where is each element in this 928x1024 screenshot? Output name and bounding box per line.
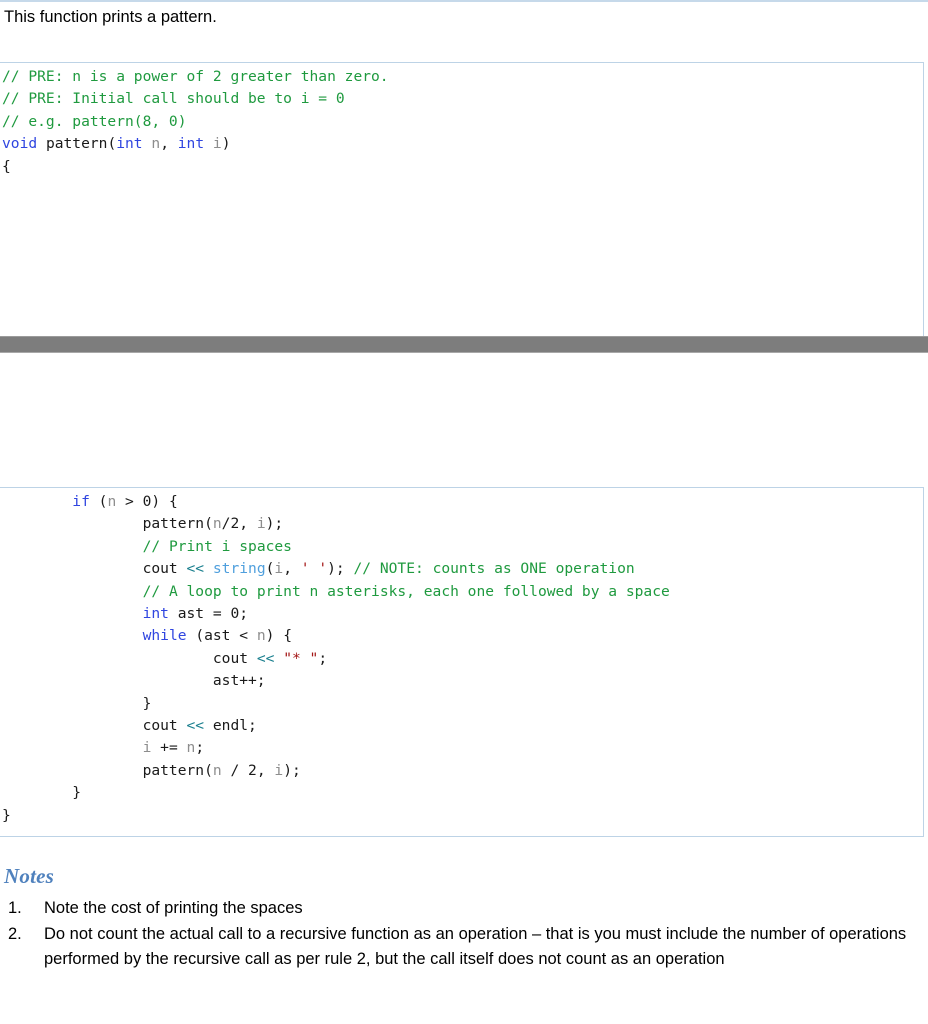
code-token-keyword: void [2, 135, 38, 153]
code-line: } [2, 693, 923, 715]
code-token-plain: ) [221, 135, 231, 153]
code-token-ident: n [151, 135, 161, 153]
code-token-plain: ast++; [2, 672, 266, 690]
code-token-type: int [177, 135, 205, 153]
code-token-op: << [256, 649, 275, 667]
intro-paragraph: This function prints a pattern. [4, 8, 217, 26]
code-line: cout << endl; [2, 715, 923, 737]
code-token-ident: n [107, 493, 117, 510]
code-token-plain: ; [318, 649, 328, 667]
code-token-plain: pattern( [2, 515, 213, 533]
code-token-plain: cout [2, 560, 187, 578]
code-line: cout << string(i, ' '); // NOTE: counts … [2, 558, 923, 580]
code-token-string: ' ' [300, 560, 328, 578]
code-token-comment: // A loop to print n asterisks, each one… [142, 582, 670, 600]
code-line: } [2, 805, 923, 827]
code-line: // A loop to print n asterisks, each one… [2, 581, 923, 603]
code-token-comment: // NOTE: counts as ONE operation [353, 560, 635, 578]
code-token-ident: i [274, 560, 284, 578]
code-token-plain: > 0) { [116, 493, 178, 510]
code-block-function-body: if (n > 0) { pattern(n/2, i); // Print i… [0, 487, 924, 837]
code-token-type: int [142, 605, 169, 623]
code-line: if (n > 0) { [2, 491, 923, 513]
code-token-plain: ast = 0; [168, 605, 249, 623]
note-number: 1. [8, 899, 22, 917]
code-token-ident: i [256, 515, 266, 533]
code-token-type: int [116, 135, 143, 153]
code-token-ident: n [212, 515, 222, 533]
code-token-keyword: while [142, 627, 187, 645]
code-token-plain: += [151, 739, 187, 757]
code-block-function-signature: // PRE: n is a power of 2 greater than z… [0, 62, 924, 336]
section-separator-bar [0, 336, 928, 353]
code-token-ident: i [274, 761, 284, 779]
code-token-plain: ( [89, 493, 108, 510]
code-token-plain: pattern( [37, 135, 117, 153]
code-token-plain: } [2, 806, 11, 824]
code-token-plain: , [283, 560, 301, 578]
note-item: 1. Note the cost of printing the spaces [4, 896, 924, 922]
code-token-plain: cout [2, 717, 187, 735]
code-token-plain: ); [265, 515, 284, 533]
code-line: i += n; [2, 737, 923, 759]
code-line: cout << "* "; [2, 648, 923, 670]
code-line: // e.g. pattern(8, 0) [2, 111, 923, 133]
code-token-plain: ) { [265, 627, 292, 645]
code-token-comment: // e.g. pattern(8, 0) [2, 112, 187, 130]
code-token-plain: , [160, 135, 178, 153]
code-token-string: "* " [283, 649, 319, 667]
note-text: Note the cost of printing the spaces [44, 899, 303, 917]
code-token-comment: // Print i spaces [142, 537, 292, 555]
code-line: void pattern(int n, int i) [2, 133, 923, 155]
code-token-plain: /2, [221, 515, 257, 533]
code-line: { [2, 156, 923, 178]
code-line: ast++; [2, 670, 923, 692]
code-token-plain: endl; [204, 717, 257, 735]
code-token-plain: (ast < [186, 627, 257, 645]
code-token-plain: cout [2, 649, 257, 667]
page-top-rule [0, 0, 928, 2]
code-token-ident: n [256, 627, 266, 645]
code-line: pattern(n / 2, i); [2, 760, 923, 782]
code-line: pattern(n/2, i); [2, 513, 923, 535]
code-token-op: << [186, 717, 205, 735]
code-token-plain: ; [195, 739, 205, 757]
code-line: int ast = 0; [2, 603, 923, 625]
code-token-plain: ); [283, 761, 301, 779]
code-token-plain: } [2, 694, 152, 712]
code-line: // PRE: Initial call should be to i = 0 [2, 88, 923, 110]
code-token-ident: n [212, 761, 222, 779]
code-token-comment: // PRE: Initial call should be to i = 0 [2, 90, 345, 108]
note-item: 2. Do not count the actual call to a recu… [4, 922, 924, 973]
code-token-ident: i [212, 135, 222, 153]
code-token-plain: / 2, [221, 761, 275, 779]
code-line: // Print i spaces [2, 536, 923, 558]
code-token-plain: pattern( [2, 761, 213, 779]
note-number: 2. [8, 924, 22, 943]
code-token-func: string [212, 560, 266, 578]
note-text: Do not count the actual call to a recurs… [44, 924, 907, 969]
code-token-plain: } [2, 784, 82, 802]
notes-list: 1. Note the cost of printing the spaces 2.… [4, 896, 924, 973]
code-token-op: << [186, 560, 205, 578]
code-token-plain: { [2, 157, 11, 175]
code-token-keyword: if [72, 493, 90, 510]
notes-heading: Notes [4, 864, 54, 888]
code-line: // PRE: n is a power of 2 greater than z… [2, 66, 923, 88]
code-line: while (ast < n) { [2, 625, 923, 647]
code-token-comment: // PRE: n is a power of 2 greater than z… [2, 68, 389, 85]
code-token-plain: ); [327, 560, 354, 578]
code-line: } [2, 782, 923, 804]
